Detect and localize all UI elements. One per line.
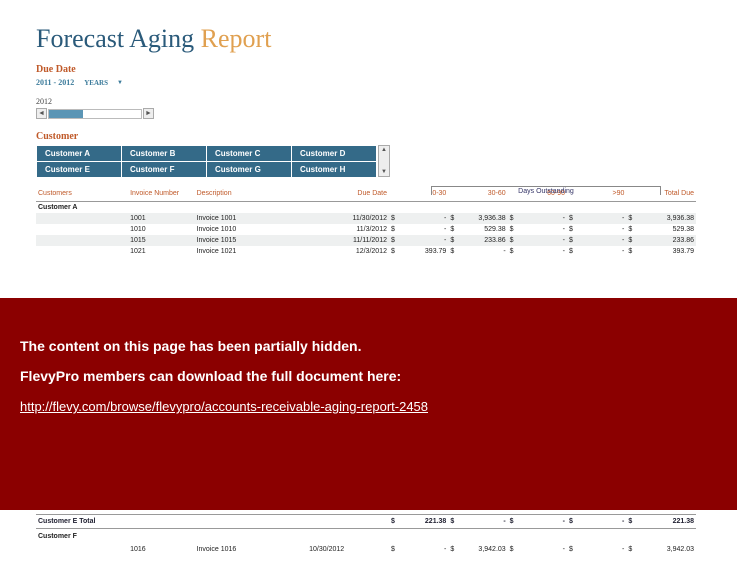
year-slider[interactable]: ◄ ► [36, 108, 701, 119]
customer-grid-scrollbar[interactable]: ▲ ▼ [378, 145, 390, 177]
slider-fill [49, 110, 83, 118]
col-desc: Description [195, 188, 308, 202]
days-outstanding-header: Days Outstanding [431, 186, 661, 195]
group-total-row: Customer E Total $221.38 $- $- $- $221.3… [36, 515, 696, 529]
hidden-content-overlay: The content on this page has been partia… [0, 298, 737, 510]
page-title: Forecast Aging Report [36, 24, 701, 54]
slider-track[interactable] [48, 109, 142, 119]
scroll-down-icon[interactable]: ▼ [379, 168, 389, 176]
customer-cell[interactable]: Customer A [37, 146, 122, 162]
group-header: Customer A [36, 202, 696, 214]
slider-year-label: 2012 [36, 97, 701, 106]
aging-table: Customers Invoice Number Description Due… [36, 188, 696, 257]
years-dropdown[interactable]: YEARS ▼ [84, 79, 131, 87]
slider-right-arrow-icon[interactable]: ► [143, 108, 154, 119]
col-due: Due Date [307, 188, 389, 202]
group-header: Customer F [36, 529, 696, 545]
table-row: 1015 Invoice 1015 11/11/2012 $- $233.86 … [36, 235, 696, 246]
customer-cell[interactable]: Customer C [207, 146, 292, 162]
scroll-up-icon[interactable]: ▲ [379, 146, 389, 154]
overlay-link[interactable]: http://flevy.com/browse/flevypro/account… [20, 399, 428, 414]
customer-cell[interactable]: Customer B [122, 146, 207, 162]
aging-table-continued: Customer E Total $221.38 $- $- $- $221.3… [36, 514, 696, 555]
table-row: 1010 Invoice 1010 11/3/2012 $- $529.38 $… [36, 224, 696, 235]
title-part2: Report [201, 24, 272, 53]
table-row: 1001 Invoice 1001 11/30/2012 $- $3,936.3… [36, 213, 696, 224]
overlay-line1: The content on this page has been partia… [20, 338, 717, 354]
customer-grid: Customer A Customer B Customer C Custome… [36, 145, 377, 178]
title-part1: Forecast Aging [36, 24, 201, 53]
customer-cell[interactable]: Customer G [207, 162, 292, 178]
customer-label: Customer [36, 131, 701, 142]
col-invoice: Invoice Number [128, 188, 195, 202]
col-customers: Customers [36, 188, 128, 202]
slider-left-arrow-icon[interactable]: ◄ [36, 108, 47, 119]
customer-cell[interactable]: Customer E [37, 162, 122, 178]
chevron-down-icon: ▼ [117, 80, 123, 86]
customer-cell[interactable]: Customer H [292, 162, 377, 178]
customer-cell[interactable]: Customer D [292, 146, 377, 162]
year-range: 2011 - 2012 [36, 78, 74, 87]
table-row: 1016 Invoice 1016 10/30/2012 $- $3,942.0… [36, 544, 696, 555]
customer-cell[interactable]: Customer F [122, 162, 207, 178]
overlay-line2: FlevyPro members can download the full d… [20, 368, 717, 384]
due-date-label: Due Date [36, 64, 701, 75]
table-row: 1021 Invoice 1021 12/3/2012 $393.79 $- $… [36, 246, 696, 257]
